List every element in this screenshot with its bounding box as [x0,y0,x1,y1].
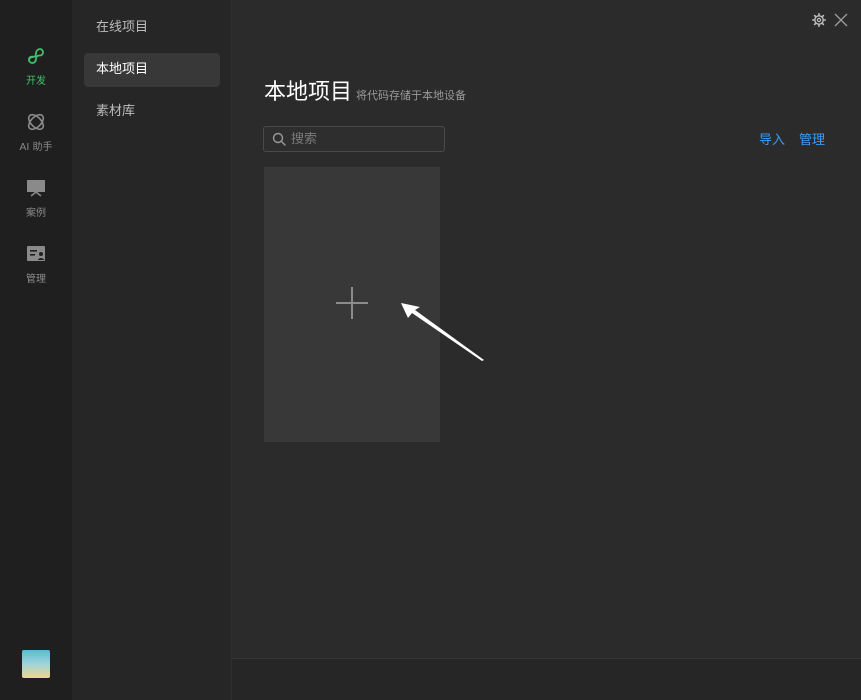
rail-label-showcase: 案例 [26,208,46,219]
page-title: 本地项目 [264,80,353,105]
ai-assistant-icon [24,110,48,134]
pointer-arrow-icon [398,300,490,368]
rail-label-manage: 管理 [26,274,46,285]
rail-label-develop: 开发 [26,76,46,87]
page-subtitle: 将代码存储于本地设备 [356,89,467,102]
search-box[interactable] [263,126,445,152]
search-icon [272,132,286,146]
window-controls [811,12,849,28]
main-panel: 本地项目 将代码存储于本地设备 导入 管理 [232,0,861,700]
import-button[interactable]: 导入 [759,129,785,148]
search-input[interactable] [291,131,441,147]
manage-button[interactable]: 管理 [799,129,825,148]
close-icon[interactable] [833,12,849,28]
nav-item-online-projects[interactable]: 在线项目 [84,11,220,45]
rail-item-showcase[interactable]: 案例 [0,176,72,232]
page-header: 本地项目 将代码存储于本地设备 [264,74,466,106]
plus-icon [334,285,370,325]
avatar[interactable] [22,650,50,678]
project-actions: 导入 管理 [759,129,825,148]
rail-item-manage[interactable]: 管理 [0,242,72,298]
nav-item-local-projects[interactable]: 本地项目 [84,53,220,87]
footer-bar [232,658,861,700]
nav-item-asset-library[interactable]: 素材库 [84,95,220,129]
rail-label-ai-assistant: AI 助手 [19,142,53,153]
showcase-icon [24,176,48,200]
miniprogram-icon [24,44,48,68]
gear-icon[interactable] [811,12,827,28]
rail-item-ai-assistant[interactable]: AI 助手 [0,110,72,166]
rail-item-develop[interactable]: 开发 [0,44,72,100]
app-rail: 开发 AI 助手 案例 管理 [0,0,72,700]
manage-icon [24,242,48,266]
project-nav: 在线项目 本地项目 素材库 [72,0,232,700]
